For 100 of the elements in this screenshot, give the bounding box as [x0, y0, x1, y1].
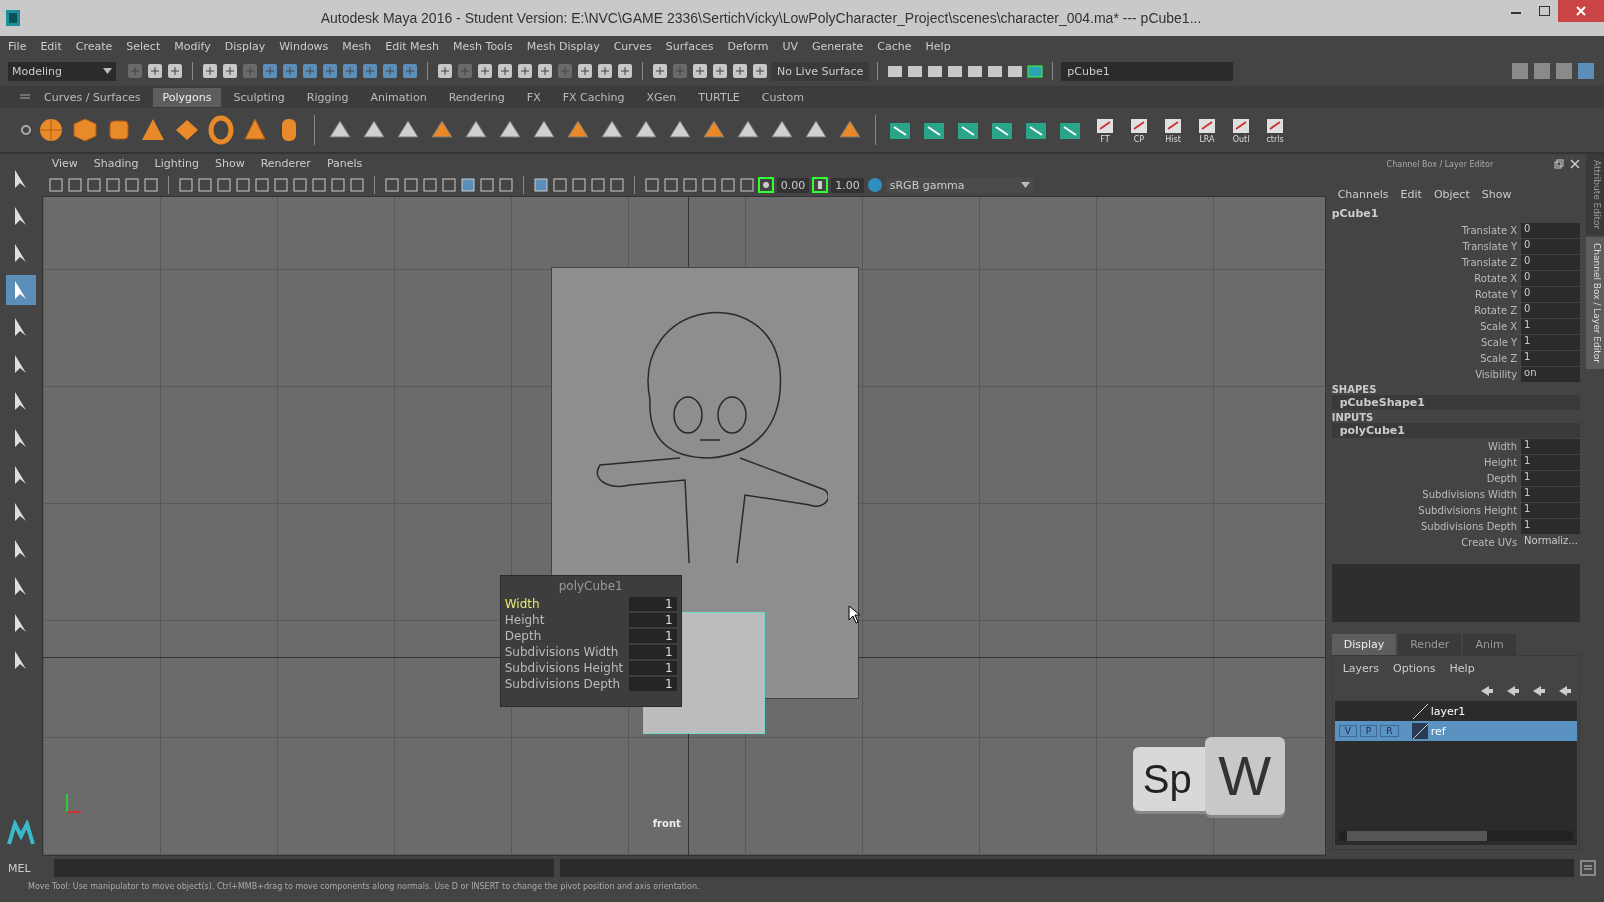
tool-icon[interactable] [5, 275, 36, 305]
viewport-tool-icon[interactable] [272, 177, 289, 193]
viewport-tool-icon[interactable] [719, 177, 736, 193]
shelf-tab[interactable]: FX Caching [552, 87, 635, 107]
viewport-tool-icon[interactable] [310, 177, 327, 193]
tool-icon[interactable] [576, 62, 594, 80]
render-icon[interactable] [1026, 62, 1045, 80]
shelf-tab[interactable]: Animation [360, 87, 437, 107]
layer-toggle-button[interactable]: R [1380, 725, 1399, 737]
channel-field[interactable]: 0 [1521, 270, 1581, 286]
panel-toggle-icon[interactable] [1510, 61, 1530, 81]
attribute-field[interactable]: 1 [628, 597, 677, 611]
layer-action-icon[interactable] [1505, 685, 1522, 697]
viewport-tool-icon[interactable] [700, 177, 717, 193]
viewport-tool-icon[interactable] [383, 177, 400, 193]
menu-item[interactable]: Generate [811, 39, 864, 53]
shelf-tab[interactable]: XGen [636, 87, 687, 107]
channel-menu-item[interactable]: Edit [1400, 188, 1422, 201]
channel-field[interactable]: 0 [1521, 238, 1581, 254]
menu-item[interactable]: Mesh [342, 39, 372, 53]
channel-field[interactable]: 1 [1521, 486, 1581, 502]
viewport-tool-icon[interactable] [123, 177, 140, 193]
viewport-tool-icon[interactable] [459, 177, 476, 193]
channel-menu-item[interactable]: Object [1433, 188, 1470, 201]
viewport-tool-icon[interactable] [570, 177, 587, 193]
shelf-button[interactable]: Hist [1158, 116, 1188, 144]
channel-field[interactable]: 1 [1521, 518, 1581, 534]
shelf-tab[interactable]: Custom [751, 87, 814, 107]
viewport-tool-icon[interactable] [589, 177, 606, 193]
close-icon[interactable] [1570, 159, 1581, 169]
node-name[interactable]: pCubeShape1 [1331, 395, 1581, 410]
panel-menu-item[interactable]: Panels [326, 157, 363, 171]
menu-item[interactable]: File [8, 39, 27, 53]
layer-menu-item[interactable]: Options [1393, 662, 1436, 675]
viewport-tool-icon[interactable] [608, 177, 625, 193]
tool-icon[interactable] [691, 62, 709, 80]
shelf-button[interactable]: LRA [1192, 116, 1222, 144]
tool-icon[interactable] [516, 62, 534, 80]
layer-toggle-button[interactable]: P [1359, 725, 1378, 737]
name-field[interactable]: pCube1 [1061, 61, 1234, 81]
viewport-tool-icon[interactable] [329, 177, 346, 193]
viewport-tool-icon[interactable] [291, 177, 308, 193]
shelf-tab[interactable]: Sculpting [223, 87, 295, 107]
channel-field[interactable]: 1 [1521, 502, 1581, 518]
tool-icon[interactable] [436, 62, 454, 80]
attribute-field[interactable]: 1 [628, 645, 677, 659]
layer-action-icon[interactable] [1531, 685, 1548, 697]
tool-icon[interactable] [596, 62, 614, 80]
viewport-tool-icon[interactable] [643, 177, 660, 193]
viewport-tool-icon[interactable] [104, 177, 121, 193]
channel-field[interactable]: 0 [1521, 254, 1581, 270]
live-surface-field[interactable]: No Live Surface [771, 61, 870, 81]
torus-icon[interactable] [206, 115, 236, 145]
channel-field[interactable]: 1 [1521, 350, 1581, 366]
gamma-icon[interactable] [812, 177, 829, 193]
layer-toggle-button[interactable]: V [1338, 725, 1357, 737]
panel-toggle-icon[interactable] [1554, 61, 1574, 81]
node-name[interactable]: polyCube1 [1331, 423, 1581, 438]
viewport-tool-icon[interactable] [402, 177, 419, 193]
viewport-tool-icon[interactable] [532, 177, 549, 193]
layer-color-icon[interactable] [1410, 702, 1429, 720]
color-management-icon[interactable] [866, 177, 883, 193]
tool-icon[interactable] [651, 62, 669, 80]
channel-menu-item[interactable]: Show [1481, 188, 1512, 201]
channel-field[interactable]: Normaliz... [1521, 534, 1581, 550]
shelf-tab[interactable]: FX [516, 87, 551, 107]
side-tab[interactable]: Channel Box / Layer Editor [1586, 237, 1604, 370]
viewport-tool-icon[interactable] [47, 177, 64, 193]
panel-menu-item[interactable]: View [51, 157, 78, 171]
attribute-label[interactable]: Height [504, 613, 545, 627]
menu-item[interactable]: Windows [279, 39, 329, 53]
menu-item[interactable]: UV [782, 39, 798, 53]
panel-menu-item[interactable]: Renderer [260, 157, 311, 171]
menu-item[interactable]: Help [925, 39, 951, 53]
channel-field[interactable]: on [1521, 366, 1581, 382]
layer-menu-item[interactable]: Layers [1342, 662, 1380, 675]
panel-toggle-icon[interactable] [1576, 61, 1596, 81]
viewport-tool-icon[interactable] [177, 177, 194, 193]
tool-icon[interactable] [751, 62, 769, 80]
viewport-tool-icon[interactable] [196, 177, 213, 193]
shelf-tab[interactable]: Polygons [152, 87, 222, 107]
tool-icon[interactable] [201, 62, 219, 80]
exposure-icon[interactable] [757, 177, 774, 193]
tool-icon[interactable] [496, 62, 514, 80]
shelf-button[interactable]: CP [1124, 116, 1154, 144]
attribute-label[interactable]: Subdivisions Depth [504, 677, 621, 691]
layer-editor-tab[interactable]: Display [1331, 634, 1397, 655]
script-editor-icon[interactable] [1580, 860, 1596, 876]
attribute-field[interactable]: 1 [628, 613, 677, 627]
command-input[interactable] [54, 859, 554, 877]
viewport[interactable]: polyCube1 Width 1 Height 1 Depth 1 Subdivisions Width 1 Subdivisions Height 1 Subdivisions Depth 1 Sp W front [41, 196, 1326, 856]
layer-action-icon[interactable] [1557, 685, 1574, 697]
viewport-tool-icon[interactable] [253, 177, 270, 193]
viewport-tool-icon[interactable] [215, 177, 232, 193]
channel-field[interactable]: 1 [1521, 438, 1581, 454]
tool-icon[interactable] [536, 62, 554, 80]
layer-row[interactable]: layer1 [1334, 701, 1578, 721]
menu-item[interactable]: Deform [727, 39, 769, 53]
tool-icon[interactable] [166, 62, 184, 80]
channel-field[interactable]: 1 [1521, 454, 1581, 470]
